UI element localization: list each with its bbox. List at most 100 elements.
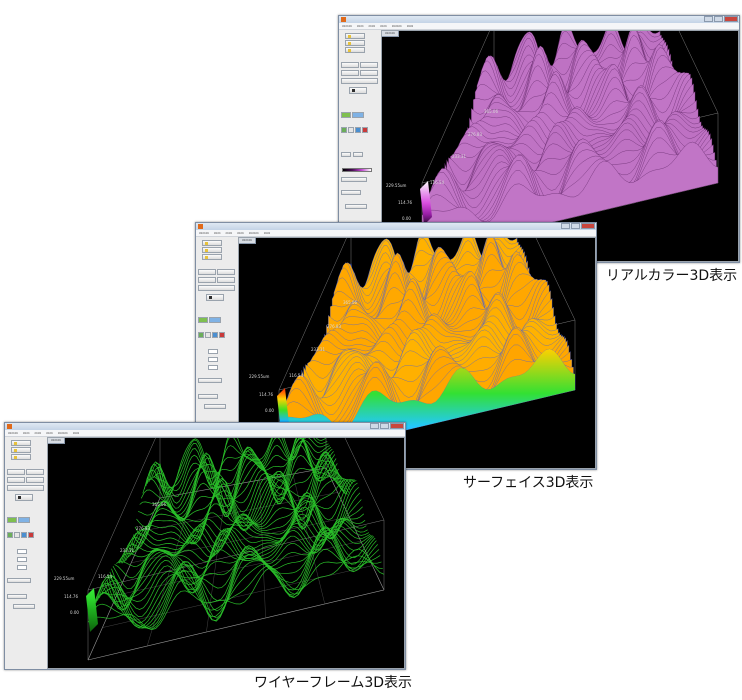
option-button[interactable] (7, 594, 27, 599)
view-tool-icon[interactable] (7, 532, 13, 538)
view-mode-tab[interactable] (209, 317, 221, 323)
menu-item[interactable]: ▭▭ (357, 23, 364, 29)
tool-button-4[interactable] (217, 277, 235, 283)
coordinate-field[interactable] (208, 357, 218, 362)
view-tab[interactable]: ▭▭▭ (382, 31, 399, 37)
tool-button-1[interactable] (198, 269, 216, 275)
tool-button-1[interactable] (7, 469, 25, 475)
menu-item[interactable]: ▭▭ (35, 430, 42, 436)
maximize-icon[interactable] (380, 423, 389, 429)
menu-item[interactable]: ▭▭ (46, 430, 53, 436)
save-button[interactable] (345, 40, 365, 46)
view-tool-icon[interactable] (212, 332, 218, 338)
open-file-button[interactable] (11, 440, 31, 446)
coordinate-field[interactable] (208, 365, 218, 370)
tool-button-2[interactable] (360, 62, 378, 68)
tool-button-4[interactable] (360, 70, 378, 76)
option-button[interactable] (341, 177, 367, 182)
report-icon (348, 48, 351, 52)
view-tool-icon[interactable] (21, 532, 27, 538)
option-button[interactable] (198, 394, 218, 399)
apply-button[interactable] (349, 87, 367, 94)
maximize-icon[interactable] (714, 16, 723, 22)
menu-item[interactable]: ▭▭ (380, 23, 387, 29)
close-icon[interactable] (581, 223, 595, 229)
view-mode-tabs (7, 517, 30, 523)
option-button[interactable] (7, 578, 31, 583)
menu-item[interactable]: ▭▭ (226, 230, 233, 236)
minimize-icon[interactable] (561, 223, 570, 229)
tool-button-2[interactable] (217, 269, 235, 275)
view-tab[interactable]: ▭▭▭ (239, 238, 256, 244)
menu-item[interactable]: ▭▭ (264, 230, 271, 236)
view-tool-icon[interactable] (14, 532, 20, 538)
view-tool-icon[interactable] (348, 127, 354, 133)
coordinate-field[interactable] (17, 565, 27, 570)
coordinate-field[interactable] (208, 349, 218, 354)
option-button[interactable] (353, 152, 363, 157)
close-icon[interactable] (724, 16, 738, 22)
tool-button-1[interactable] (341, 62, 359, 68)
menu-item[interactable]: ▭▭▭ (58, 430, 68, 436)
minimize-icon[interactable] (370, 423, 379, 429)
view-tool-icon[interactable] (28, 532, 34, 538)
view-tool-icon[interactable] (341, 127, 347, 133)
option-button[interactable] (345, 204, 367, 209)
minimize-icon[interactable] (704, 16, 713, 22)
report-button[interactable] (345, 47, 365, 53)
apply-button[interactable] (15, 494, 33, 501)
view-mode-tab[interactable] (18, 517, 30, 523)
tool-button-2[interactable] (26, 469, 44, 475)
menu-item[interactable]: ▭▭▭ (8, 430, 18, 436)
save-button[interactable] (202, 247, 222, 253)
view-mode-tab[interactable] (198, 317, 208, 323)
y-axis-tick-label: 365.06 (343, 300, 357, 305)
save-button[interactable] (11, 447, 31, 453)
view-mode-tabs (341, 112, 364, 118)
apply-button[interactable] (206, 294, 224, 301)
menu-item[interactable]: ▭▭ (23, 430, 30, 436)
view-mode-tab[interactable] (341, 112, 351, 118)
view-tool-icon[interactable] (205, 332, 211, 338)
option-button[interactable] (341, 190, 361, 195)
titlebar[interactable] (339, 16, 739, 23)
menu-item[interactable]: ▭▭ (407, 23, 414, 29)
tool-button-3[interactable] (341, 70, 359, 76)
view-tab[interactable]: ▭▭▭ (48, 438, 65, 444)
maximize-icon[interactable] (571, 223, 580, 229)
view-tool-icon[interactable] (362, 127, 368, 133)
menu-item[interactable]: ▭▭▭ (342, 23, 352, 29)
tool-button-5[interactable] (341, 78, 378, 84)
menu-item[interactable]: ▭▭▭ (392, 23, 402, 29)
menu-item[interactable]: ▭▭▭ (249, 230, 259, 236)
report-button[interactable] (11, 454, 31, 460)
titlebar[interactable] (5, 423, 405, 430)
menu-item[interactable]: ▭▭ (237, 230, 244, 236)
option-button[interactable] (13, 604, 35, 609)
tool-button-3[interactable] (7, 477, 25, 483)
titlebar[interactable] (196, 223, 596, 230)
menu-item[interactable]: ▭▭ (369, 23, 376, 29)
option-button[interactable] (204, 404, 226, 409)
tool-button-5[interactable] (198, 285, 235, 291)
open-file-button[interactable] (345, 33, 365, 39)
3d-view-wireframe[interactable]: ▭▭▭ 229.55um 114.76 0.00 365.06 276.83 2… (47, 437, 405, 669)
view-mode-tab[interactable] (352, 112, 364, 118)
tool-button-5[interactable] (7, 485, 44, 491)
tool-button-4[interactable] (26, 477, 44, 483)
report-button[interactable] (202, 254, 222, 260)
open-file-button[interactable] (202, 240, 222, 246)
option-button[interactable] (341, 152, 351, 157)
coordinate-field[interactable] (17, 557, 27, 562)
menu-item[interactable]: ▭▭▭ (199, 230, 209, 236)
close-icon[interactable] (390, 423, 404, 429)
coordinate-field[interactable] (17, 549, 27, 554)
view-mode-tab[interactable] (7, 517, 17, 523)
tool-button-3[interactable] (198, 277, 216, 283)
menu-item[interactable]: ▭▭ (214, 230, 221, 236)
view-tool-icon[interactable] (219, 332, 225, 338)
view-tool-icon[interactable] (355, 127, 361, 133)
menu-item[interactable]: ▭▭ (73, 430, 80, 436)
option-button[interactable] (198, 378, 222, 383)
view-tool-icon[interactable] (198, 332, 204, 338)
